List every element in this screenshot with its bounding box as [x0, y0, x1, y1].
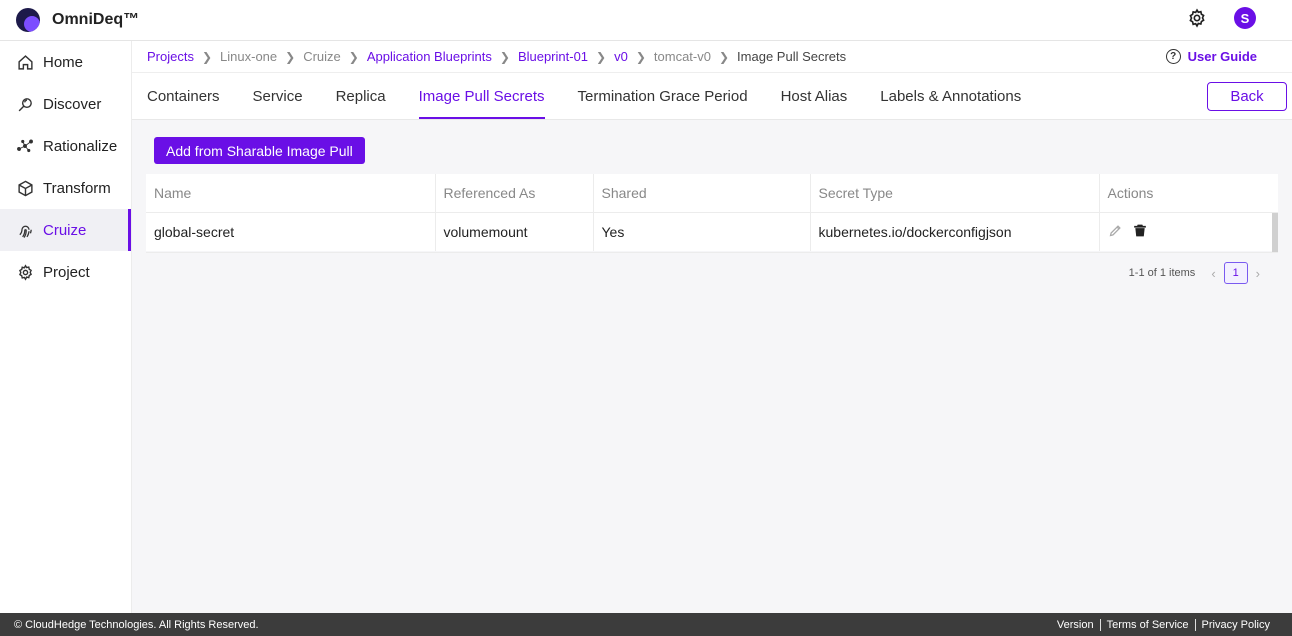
user-guide-label: User Guide [1187, 49, 1257, 64]
table-row: global-secret volumemount Yes kubernetes… [146, 212, 1278, 251]
chevron-right-icon: ❯ [499, 49, 510, 64]
delete-trash-icon[interactable] [1133, 223, 1147, 241]
cell-name: global-secret [146, 212, 436, 251]
breadcrumb-projects[interactable]: Projects [147, 49, 194, 64]
chevron-right-icon: ❯ [348, 49, 359, 64]
back-button[interactable]: Back [1207, 82, 1287, 111]
prev-page-icon[interactable]: ‹ [1211, 266, 1215, 281]
chevron-right-icon: ❯ [635, 49, 646, 64]
tab-replica[interactable]: Replica [336, 88, 386, 119]
table-header-row: Name Referenced As Shared Secret Type Ac… [146, 174, 1278, 213]
tab-containers[interactable]: Containers [147, 88, 220, 119]
sidebar-item-rationalize[interactable]: Rationalize [0, 125, 131, 167]
sidebar-item-cruize[interactable]: Cruize [0, 209, 131, 251]
column-header-secret-type[interactable]: Secret Type [810, 174, 1100, 213]
sidebar-item-transform[interactable]: Transform [0, 167, 131, 209]
breadcrumb-container: tomcat-v0 [653, 49, 711, 64]
cell-shared: Yes [593, 212, 811, 251]
column-header-name[interactable]: Name [146, 174, 436, 213]
user-avatar[interactable]: S [1234, 7, 1256, 29]
tabs-bar: Containers Service Replica Image Pull Se… [132, 73, 1292, 120]
fingerprint-icon [16, 221, 34, 239]
settings-gear-icon[interactable] [1186, 7, 1208, 29]
column-header-actions: Actions [1099, 174, 1278, 213]
tab-host-alias[interactable]: Host Alias [781, 88, 848, 119]
breadcrumb-blueprint[interactable]: Blueprint-01 [518, 49, 588, 64]
sidebar-item-label: Discover [43, 95, 102, 113]
breadcrumb-application-blueprints[interactable]: Application Blueprints [367, 49, 492, 64]
chevron-right-icon: ❯ [718, 49, 730, 64]
footer-link-privacy[interactable]: Privacy Policy [1194, 618, 1276, 631]
user-guide-link[interactable]: ? User Guide [1165, 49, 1257, 64]
sidebar-item-discover[interactable]: Discover [0, 83, 131, 125]
footer-link-version[interactable]: Version [1051, 619, 1100, 631]
footer: © CloudHedge Technologies. All Rights Re… [0, 613, 1292, 636]
omnideq-logo [16, 8, 40, 32]
main-content: Projects ❯ Linux-one ❯ Cruize ❯ Applicat… [132, 41, 1292, 613]
pagination-info: 1-1 of 1 items [1128, 267, 1196, 279]
edit-pencil-icon[interactable] [1108, 223, 1123, 241]
cell-actions [1099, 212, 1278, 251]
secrets-table: Name Referenced As Shared Secret Type Ac… [146, 174, 1278, 253]
footer-link-terms[interactable]: Terms of Service [1099, 618, 1195, 631]
table-divider [146, 252, 1278, 253]
home-icon [16, 53, 34, 71]
breadcrumb: Projects ❯ Linux-one ❯ Cruize ❯ Applicat… [132, 41, 1292, 73]
sidebar-item-label: Project [43, 263, 90, 281]
tab-labels-annotations[interactable]: Labels & Annotations [880, 88, 1021, 119]
next-page-icon[interactable]: › [1256, 266, 1260, 281]
breadcrumb-version[interactable]: v0 [614, 49, 628, 64]
pagination: 1-1 of 1 items ‹ 1 › [1129, 262, 1268, 284]
page-button-current[interactable]: 1 [1223, 262, 1248, 284]
column-header-shared[interactable]: Shared [593, 174, 811, 213]
brand[interactable]: OmniDeq™ [16, 8, 139, 32]
breadcrumb-cruize: Cruize [303, 49, 341, 64]
footer-copyright: © CloudHedge Technologies. All Rights Re… [14, 618, 259, 631]
sidebar-item-label: Rationalize [43, 137, 118, 155]
brand-name: OmniDeq™ [52, 11, 140, 28]
column-header-referenced-as[interactable]: Referenced As [435, 174, 594, 213]
help-icon: ? [1165, 49, 1181, 64]
chevron-right-icon: ❯ [596, 49, 607, 64]
cube-icon [16, 179, 34, 197]
breadcrumb-linux-one: Linux-one [220, 49, 278, 64]
breadcrumb-current: Image Pull Secrets [737, 49, 847, 64]
chevron-right-icon: ❯ [285, 49, 296, 64]
chevron-right-icon: ❯ [201, 49, 213, 64]
gear-icon [16, 263, 34, 281]
rationalize-icon [16, 137, 34, 155]
sidebar-item-label: Cruize [43, 221, 87, 239]
tab-image-pull-secrets[interactable]: Image Pull Secrets [418, 88, 545, 119]
cell-referenced-as: volumemount [435, 212, 594, 251]
sidebar: Home Discover Rationalize Transform Crui… [0, 41, 132, 613]
cell-secret-type: kubernetes.io/dockerconfigjson [810, 212, 1100, 251]
discover-icon [16, 95, 34, 113]
top-bar: OmniDeq™ S [0, 0, 1292, 41]
tab-service[interactable]: Service [253, 88, 303, 119]
sidebar-item-label: Transform [43, 179, 111, 197]
tab-termination-grace-period[interactable]: Termination Grace Period [578, 88, 748, 119]
table-scrollbar[interactable] [1272, 213, 1278, 252]
sidebar-item-home[interactable]: Home [0, 41, 131, 83]
sidebar-item-project[interactable]: Project [0, 251, 131, 293]
add-from-sharable-image-pull-button[interactable]: Add from Sharable Image Pull [154, 137, 365, 164]
sidebar-item-label: Home [43, 53, 84, 71]
